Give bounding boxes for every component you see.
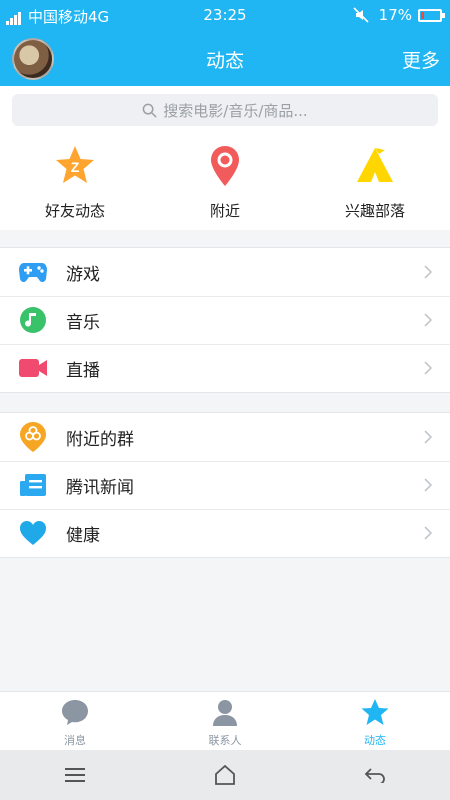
music-note-icon bbox=[20, 307, 46, 333]
tab-label: 动态 bbox=[364, 734, 386, 747]
home-icon bbox=[215, 765, 235, 785]
chevron-right-icon bbox=[424, 430, 433, 444]
list-item-label: 游戏 bbox=[66, 264, 100, 285]
list-item-health[interactable]: 健康 bbox=[0, 509, 450, 557]
tab-contacts[interactable]: 联系人 bbox=[150, 692, 300, 750]
list-group-2: 附近的群 腾讯新闻 健康 bbox=[0, 412, 450, 558]
list-item-label: 直播 bbox=[66, 360, 100, 381]
search-input[interactable]: 搜索电影/音乐/商品... bbox=[12, 94, 438, 126]
nearby-group-icon bbox=[20, 422, 46, 452]
svg-text:Z: Z bbox=[71, 159, 80, 175]
shortcut-nearby[interactable]: 附近 bbox=[150, 134, 300, 230]
system-nav-bar bbox=[0, 750, 450, 800]
list-item-music[interactable]: 音乐 bbox=[0, 296, 450, 344]
mute-icon bbox=[353, 7, 369, 23]
search-icon bbox=[142, 103, 157, 118]
back-arrow-icon bbox=[364, 768, 385, 783]
list-item-tencent-news[interactable]: 腾讯新闻 bbox=[0, 461, 450, 509]
status-right: 17% bbox=[353, 6, 445, 24]
chevron-right-icon bbox=[424, 478, 433, 492]
back-button[interactable] bbox=[300, 750, 450, 800]
tab-label: 联系人 bbox=[208, 734, 242, 747]
gamepad-icon bbox=[19, 263, 47, 283]
bottom-tab-bar: 消息 联系人 动态 bbox=[0, 691, 450, 750]
heart-icon bbox=[20, 521, 46, 545]
tab-label: 消息 bbox=[64, 734, 86, 747]
list-item-label: 腾讯新闻 bbox=[66, 477, 134, 498]
contact-person-icon bbox=[213, 700, 237, 726]
more-button[interactable]: 更多 bbox=[402, 46, 440, 73]
chevron-right-icon bbox=[424, 265, 433, 279]
search-placeholder: 搜索电影/音乐/商品... bbox=[163, 101, 308, 120]
chat-bubble-icon bbox=[62, 700, 88, 725]
shortcut-label: 好友动态 bbox=[44, 202, 105, 220]
shortcut-label: 兴趣部落 bbox=[344, 202, 405, 220]
page-title: 动态 bbox=[205, 50, 244, 72]
list-item-live[interactable]: 直播 bbox=[0, 344, 450, 392]
location-pin-icon bbox=[211, 146, 239, 186]
tab-feed[interactable]: 动态 bbox=[300, 692, 450, 750]
shortcut-label: 附近 bbox=[209, 202, 240, 220]
shortcut-row: Z 好友动态 附近 兴趣部落 bbox=[0, 134, 450, 230]
battery-icon bbox=[418, 8, 445, 22]
list-group-1: 游戏 音乐 直播 bbox=[0, 247, 450, 393]
menu-button[interactable] bbox=[0, 750, 150, 800]
menu-icon bbox=[65, 768, 85, 782]
status-bar: 中国移动4G 23:25 17% bbox=[0, 0, 450, 30]
list-item-label: 附近的群 bbox=[66, 429, 134, 450]
tab-messages[interactable]: 消息 bbox=[0, 692, 150, 750]
news-icon bbox=[20, 474, 46, 496]
home-button[interactable] bbox=[150, 750, 300, 800]
search-container: 搜索电影/音乐/商品... bbox=[0, 86, 450, 134]
list-item-nearby-groups[interactable]: 附近的群 bbox=[0, 413, 450, 461]
tent-icon bbox=[357, 148, 393, 182]
star-z-icon: Z bbox=[56, 146, 94, 183]
list-item-game[interactable]: 游戏 bbox=[0, 248, 450, 296]
list-item-label: 音乐 bbox=[66, 312, 100, 333]
star-icon bbox=[361, 699, 389, 725]
video-camera-icon bbox=[19, 359, 47, 377]
chevron-right-icon bbox=[424, 361, 433, 375]
shortcut-interest-tribe[interactable]: 兴趣部落 bbox=[300, 134, 450, 230]
battery-percent: 17% bbox=[378, 6, 412, 24]
chevron-right-icon bbox=[424, 526, 433, 540]
shortcut-friends-feed[interactable]: Z 好友动态 bbox=[0, 134, 150, 230]
chevron-right-icon bbox=[424, 313, 433, 327]
header-bar: 中国移动4G 23:25 17% 动态 更多 bbox=[0, 0, 450, 86]
list-item-label: 健康 bbox=[66, 525, 100, 546]
